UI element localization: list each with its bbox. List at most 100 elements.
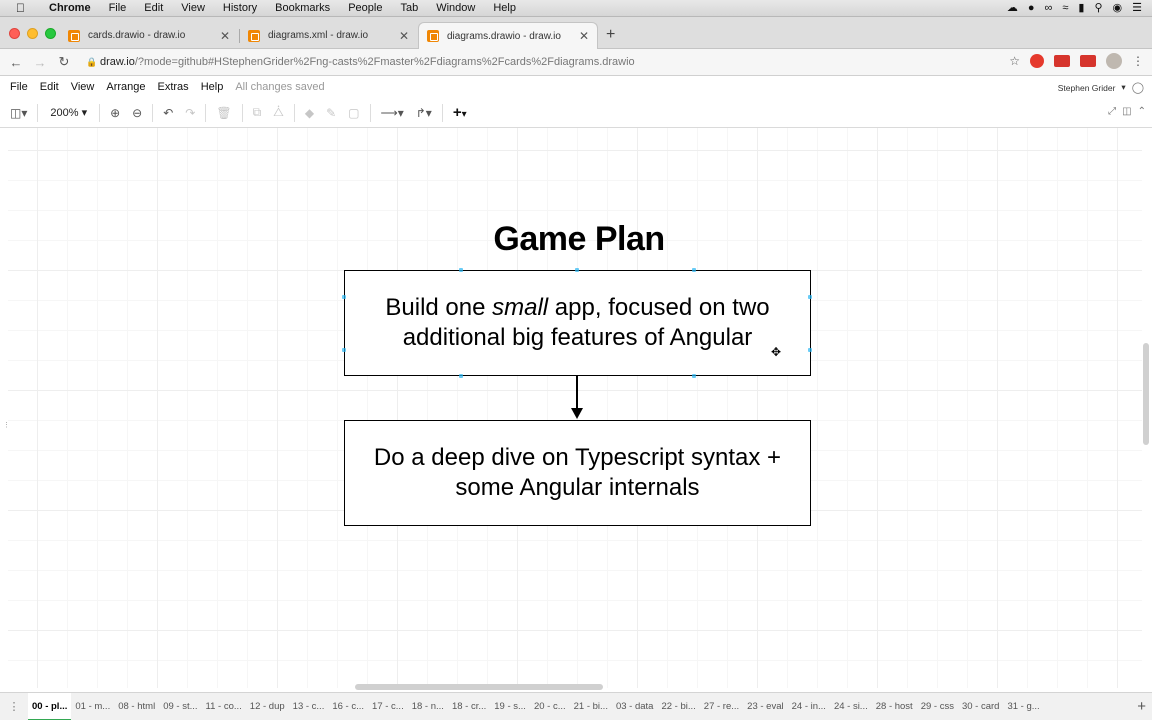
page-tab[interactable]: 21 - bi... xyxy=(570,693,612,720)
page-tab[interactable]: 28 - host xyxy=(872,693,917,720)
drawio-menu-arrange[interactable]: Arrange xyxy=(100,81,151,93)
battery-icon[interactable]: ▮ xyxy=(1078,0,1084,17)
page-tab[interactable]: 23 - eval xyxy=(743,693,787,720)
page-tab[interactable]: 08 - html xyxy=(114,693,159,720)
zoom-select[interactable]: 200% ▾ xyxy=(42,106,95,119)
waypoints-icon[interactable]: ↱▾ xyxy=(410,106,438,120)
to-back-icon[interactable]: ⧊ xyxy=(267,105,290,120)
forward-icon[interactable]: → xyxy=(28,55,52,70)
selection-handle[interactable] xyxy=(808,295,812,299)
page-tab[interactable]: 01 - m... xyxy=(71,693,114,720)
page-tab[interactable]: 11 - co... xyxy=(202,693,246,720)
page-tab[interactable]: 03 - data xyxy=(612,693,658,720)
close-window-icon[interactable] xyxy=(9,28,20,39)
page-tab[interactable]: 18 - n... xyxy=(408,693,448,720)
url-field[interactable]: draw.io/?mode=github#HStephenGrider%2Fng… xyxy=(100,56,635,68)
selection-handle[interactable] xyxy=(342,348,346,352)
extension-icon[interactable] xyxy=(1054,55,1070,67)
zoom-window-icon[interactable] xyxy=(45,28,56,39)
horizontal-scrollbar[interactable] xyxy=(355,684,603,690)
connection-style-icon[interactable]: ⟶▾ xyxy=(375,106,410,120)
pages-menu-icon[interactable]: ⋮ xyxy=(0,700,28,713)
insert-icon[interactable]: +▾ xyxy=(447,104,473,121)
line-color-icon[interactable]: ✎ xyxy=(320,106,342,120)
page-tab[interactable]: 27 - re... xyxy=(700,693,743,720)
menu-file[interactable]: File xyxy=(100,0,136,17)
undo-icon[interactable]: ↶ xyxy=(157,106,179,120)
selection-handle[interactable] xyxy=(692,374,696,378)
profile-avatar[interactable] xyxy=(1106,53,1122,69)
lock-icon[interactable]: 🔒 xyxy=(86,57,100,68)
menu-edit[interactable]: Edit xyxy=(135,0,172,17)
back-icon[interactable]: ← xyxy=(4,55,28,70)
page-tab[interactable]: 00 - pl... xyxy=(28,692,72,720)
fill-color-icon[interactable]: ◆ xyxy=(299,106,320,120)
spotlight-search-icon[interactable]: ⚲ xyxy=(1094,0,1102,17)
menu-people[interactable]: People xyxy=(339,0,391,17)
selection-handle[interactable] xyxy=(575,268,579,272)
menu-bookmarks[interactable]: Bookmarks xyxy=(266,0,339,17)
add-page-icon[interactable]: + xyxy=(1137,698,1146,715)
shadow-icon[interactable]: ▢ xyxy=(342,106,365,120)
page-tab[interactable]: 19 - s... xyxy=(490,693,530,720)
page-tab[interactable]: 24 - si... xyxy=(830,693,872,720)
record-icon[interactable]: ● xyxy=(1028,0,1035,17)
page-tab[interactable]: 29 - css xyxy=(917,693,958,720)
zoom-out-icon[interactable]: ⊖ xyxy=(126,106,148,120)
more-menu-icon[interactable]: ⋮ xyxy=(1132,54,1144,68)
extension-badge-icon[interactable] xyxy=(1080,55,1096,67)
reload-icon[interactable]: ↻ xyxy=(52,54,76,70)
page-tab[interactable]: 22 - bi... xyxy=(657,693,699,720)
page-tab[interactable]: 17 - c... xyxy=(368,693,408,720)
drawio-menu-file[interactable]: File xyxy=(0,81,34,93)
menu-tab[interactable]: Tab xyxy=(391,0,427,17)
cloud-icon[interactable]: ☁ xyxy=(1007,0,1018,17)
selection-handle[interactable] xyxy=(808,348,812,352)
menu-window[interactable]: Window xyxy=(427,0,484,17)
opera-extension-icon[interactable] xyxy=(1030,54,1044,68)
diagram-box-deep-dive[interactable]: Do a deep dive on Typescript syntax + so… xyxy=(344,420,811,526)
browser-tab-diagrams-xml[interactable]: diagrams.xml - draw.io ✕ xyxy=(240,22,417,49)
vertical-scrollbar[interactable] xyxy=(1143,343,1149,445)
to-front-icon[interactable]: ⧉ xyxy=(247,105,268,120)
selection-handle[interactable] xyxy=(459,374,463,378)
page-tab[interactable]: 20 - c... xyxy=(530,693,570,720)
diagram-title[interactable]: Game Plan xyxy=(440,220,718,259)
format-toggle-icon[interactable]: ◫ xyxy=(1122,106,1131,117)
connector-line[interactable] xyxy=(576,376,578,410)
drawio-menu-view[interactable]: View xyxy=(65,81,101,93)
page-tab[interactable]: 13 - c... xyxy=(289,693,329,720)
browser-tab-cards[interactable]: cards.drawio - draw.io ✕ xyxy=(60,22,238,49)
apple-icon[interactable]:  xyxy=(16,2,28,14)
selection-handle[interactable] xyxy=(692,268,696,272)
selection-handle[interactable] xyxy=(342,295,346,299)
redo-icon[interactable]: ↷ xyxy=(179,106,201,120)
bookmark-star-icon[interactable]: ☆ xyxy=(1009,54,1020,68)
browser-tab-diagrams-drawio[interactable]: diagrams.drawio - draw.io ✕ xyxy=(418,22,598,49)
minimize-window-icon[interactable] xyxy=(27,28,38,39)
diagram-box-build-app[interactable]: Build one small app, focused on two addi… xyxy=(344,270,811,376)
page-tab[interactable]: 18 - cr... xyxy=(448,693,490,720)
page-tab[interactable]: 12 - dup xyxy=(246,693,289,720)
page-tab[interactable]: 09 - st... xyxy=(159,693,201,720)
menu-app-chrome[interactable]: Chrome xyxy=(40,0,100,17)
user-menu[interactable]: Stephen Grider ▾ ◯ xyxy=(1058,81,1144,94)
collapse-icon[interactable]: ⌃ xyxy=(1138,106,1146,117)
globe-icon[interactable]: ◯ xyxy=(1132,81,1144,94)
page-tab[interactable]: 30 - card xyxy=(958,693,1004,720)
close-tab-icon[interactable]: ✕ xyxy=(220,29,230,43)
glasses-icon[interactable]: ∞ xyxy=(1045,0,1053,17)
wifi-icon[interactable]: ≈ xyxy=(1062,0,1068,17)
siri-icon[interactable]: ◉ xyxy=(1113,0,1123,17)
menu-history[interactable]: History xyxy=(214,0,266,17)
fullscreen-icon[interactable]: ⤢ xyxy=(1108,106,1116,117)
menu-help[interactable]: Help xyxy=(484,0,525,17)
drawio-menu-help[interactable]: Help xyxy=(195,81,230,93)
close-tab-icon[interactable]: ✕ xyxy=(399,29,409,43)
delete-icon[interactable]: 🗑 xyxy=(210,106,237,120)
menu-view[interactable]: View xyxy=(172,0,214,17)
close-tab-icon[interactable]: ✕ xyxy=(579,29,589,43)
page-tab[interactable]: 31 - g... xyxy=(1003,693,1043,720)
zoom-in-icon[interactable]: ⊕ xyxy=(104,106,126,120)
format-panel-icon[interactable]: ◫▾ xyxy=(4,106,33,120)
